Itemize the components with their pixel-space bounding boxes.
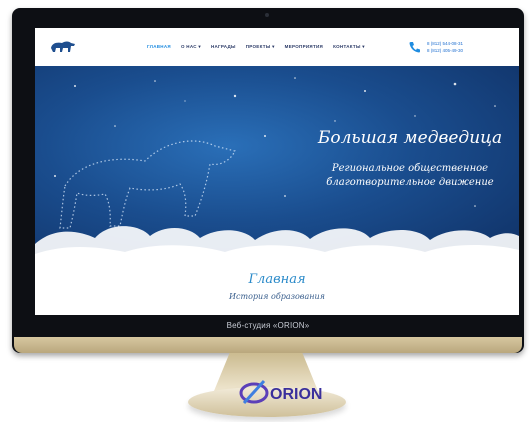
hero-title: Большая медведица [317, 128, 503, 148]
nav-item-projects[interactable]: ПРОЕКТЫ ▾ [246, 44, 275, 50]
orion-logo-text: ORION [270, 386, 322, 403]
hero-banner: Большая медведица Региональное обществен… [35, 66, 519, 266]
nav-item-home[interactable]: ГЛАВНАЯ [147, 44, 171, 50]
polar-bear-logo-icon[interactable] [50, 38, 76, 54]
webcam [265, 13, 269, 17]
main-nav: ГЛАВНАЯ О НАС ▾ НАГРАДЫ ПРОЕКТЫ ▾ МЕРОПР… [147, 44, 365, 50]
site-header: ГЛАВНАЯ О НАС ▾ НАГРАДЫ ПРОЕКТЫ ▾ МЕРОПР… [35, 28, 519, 66]
phone-numbers: 8 (812) 544-08-31 8 (812) 405-49-30 [427, 40, 463, 54]
hero-subtitle-line-2: благотворительное движение [326, 177, 494, 188]
nav-item-about[interactable]: О НАС ▾ [181, 44, 201, 50]
orion-stand-logo: ORION [239, 379, 322, 405]
nav-item-awards[interactable]: НАГРАДЫ [211, 44, 236, 50]
monitor-bezel: ГЛАВНАЯ О НАС ▾ НАГРАДЫ ПРОЕКТЫ ▾ МЕРОПР… [12, 8, 524, 353]
monitor-brand-label: Веб-студия «ORION» [226, 321, 310, 330]
hero-subtitle-line-1: Региональное общественное [331, 163, 489, 174]
phone-number-1[interactable]: 8 (812) 544-08-31 [427, 40, 463, 47]
screen: ГЛАВНАЯ О НАС ▾ НАГРАДЫ ПРОЕКТЫ ▾ МЕРОПР… [35, 28, 519, 322]
orion-swirl-icon [239, 379, 269, 405]
page-subtitle: История образования [229, 292, 325, 301]
nav-item-contacts[interactable]: КОНТАКТЫ ▾ [333, 44, 365, 50]
hero-subtitle: Региональное общественное благотворитель… [307, 162, 513, 190]
phone-number-2[interactable]: 8 (812) 405-49-30 [427, 47, 463, 54]
page-content: Главная История образования [35, 266, 519, 322]
monitor-bottom-trim [14, 337, 522, 353]
phone-icon [409, 42, 420, 53]
page-title: Главная [248, 272, 306, 287]
nav-item-events[interactable]: МЕРОПРИЯТИЯ [285, 44, 323, 50]
